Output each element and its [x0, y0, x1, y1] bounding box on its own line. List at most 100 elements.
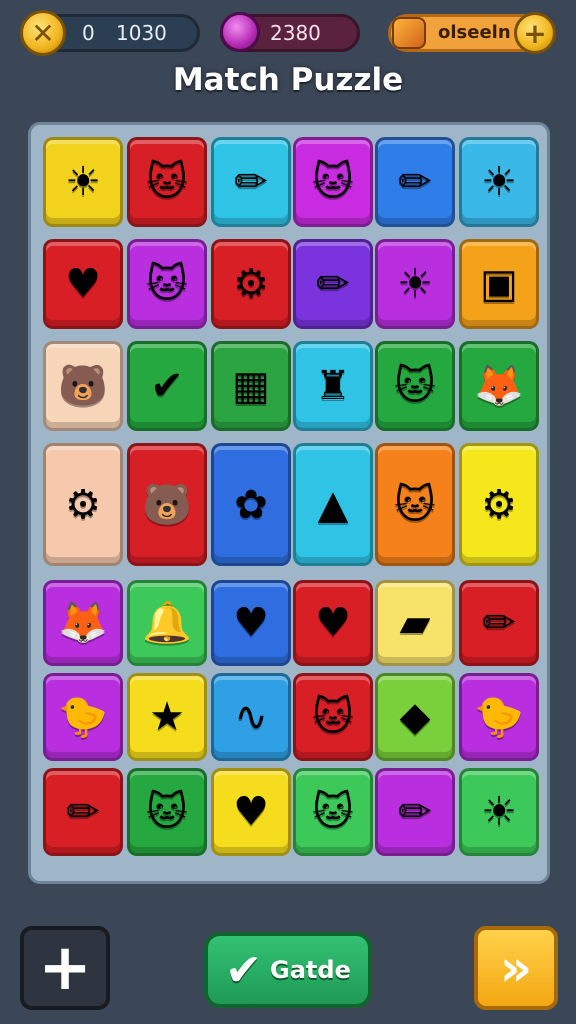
tile-blocks[interactable]: ▣: [459, 239, 539, 329]
sun-face-icon: ☀: [481, 159, 517, 205]
pencil-icon: ✏: [398, 159, 432, 205]
tile-check[interactable]: ✔: [127, 341, 207, 431]
confirm-button-label: Gatde: [270, 956, 351, 984]
tile-sun[interactable]: ☀: [375, 239, 455, 329]
tile-pencil[interactable]: ✏: [375, 137, 455, 227]
tile-chick[interactable]: 🐤: [43, 673, 123, 761]
gadget-icon: ⚙: [233, 261, 269, 307]
tile-cat[interactable]: 🐱: [127, 768, 207, 856]
bonus-label: olseeln: [438, 22, 511, 43]
double-chevron-right-icon: »: [499, 939, 533, 997]
tile-gear-face[interactable]: ⚙: [43, 443, 123, 566]
tile-fox[interactable]: 🦊: [43, 580, 123, 666]
bear-icon: 🐻: [58, 363, 108, 409]
tile-pencil[interactable]: ✏: [459, 580, 539, 666]
tile-gadget[interactable]: ⚙: [211, 239, 291, 329]
heart-icon: ♥: [65, 261, 101, 307]
tile-heart[interactable]: ♥: [43, 239, 123, 329]
pencil-icon: ✏: [66, 789, 100, 835]
tile-chick[interactable]: 🐤: [459, 673, 539, 761]
tile-pencil[interactable]: ✏: [43, 768, 123, 856]
tile-pencil[interactable]: ✏: [293, 239, 373, 329]
chick-icon: 🐤: [58, 694, 108, 740]
confirm-button[interactable]: ✔ Gatde: [204, 932, 372, 1008]
check-icon: ✔: [150, 363, 184, 409]
star-icon: ★: [149, 694, 185, 740]
tile-picture-heart[interactable]: ♥: [211, 580, 291, 666]
page-title: Match Puzzle: [172, 62, 404, 98]
tile-cat[interactable]: 🐱: [127, 239, 207, 329]
fox-icon: 🦊: [58, 600, 108, 646]
tile-cat[interactable]: 🐱: [375, 443, 455, 566]
tile-cat[interactable]: 🐱: [293, 768, 373, 856]
tile-sun-face[interactable]: ☀: [459, 137, 539, 227]
bell-icon: 🔔: [142, 600, 192, 646]
cat-icon: 🐱: [312, 694, 354, 740]
gadget-icon: ⚙: [481, 481, 517, 528]
tile-gadget[interactable]: ⚙: [459, 443, 539, 566]
heart-icon: ♥: [315, 600, 351, 646]
tile-sun[interactable]: ☀: [43, 137, 123, 227]
tile-heart[interactable]: ♥: [211, 768, 291, 856]
frame-icon: ▦: [232, 363, 270, 409]
tile-cat[interactable]: 🐱: [127, 137, 207, 227]
lantern-icon: ♜: [315, 363, 351, 409]
tile-lantern[interactable]: ♜: [293, 341, 373, 431]
tile-crossed-pencils[interactable]: ✏: [211, 137, 291, 227]
fox-icon: 🦊: [474, 363, 524, 409]
tile-star[interactable]: ★: [127, 673, 207, 761]
game-board: ☀ 🐱 ✏ 🐱 ✏ ☀ ♥ 🐱 ⚙ ✏ ☀ ▣ 🐻 ✔ ▦ ♜ 🐱 🦊 ⚙ 🐻 ✿ ▲ 🐱 ⚙ 🦊 🔔 ♥ ♥ ▰ ✏ 🐤 ★ ∿ 🐱 ◆ 🐤 ✏ 🐱 ♥ 🐱…: [28, 122, 550, 884]
heart-icon: ♥: [233, 789, 269, 835]
tile-cat[interactable]: 🐱: [293, 137, 373, 227]
gems-value: 2380: [270, 21, 321, 45]
gem-icon: [220, 12, 260, 52]
cat-icon: 🐱: [146, 261, 188, 307]
pencil-icon: ✏: [316, 261, 350, 307]
pencil-icon: ✏: [482, 600, 516, 646]
cat-icon: 🐱: [312, 789, 354, 835]
tile-fox[interactable]: 🦊: [459, 341, 539, 431]
crossed-pencils-icon: ✏: [234, 159, 268, 205]
plus-icon: +: [38, 931, 92, 1005]
next-button[interactable]: »: [474, 926, 558, 1010]
gem-icon: ◆: [399, 694, 431, 740]
cat-icon: 🐱: [312, 159, 354, 205]
tile-eraser[interactable]: ▰: [375, 580, 455, 666]
coins-value-b: 1030: [116, 21, 167, 45]
plus-icon[interactable]: +: [514, 12, 556, 54]
tile-bell[interactable]: 🔔: [127, 580, 207, 666]
hat-icon: ▲: [317, 481, 349, 528]
cat-icon: 🐱: [146, 789, 188, 835]
blocks-icon: ▣: [480, 261, 518, 307]
tile-bear[interactable]: 🐻: [127, 443, 207, 566]
add-button[interactable]: +: [20, 926, 110, 1010]
pencil-icon: ✏: [398, 789, 432, 835]
flower-icon: ✿: [234, 481, 268, 528]
cat-icon: 🐱: [146, 159, 188, 205]
tile-gem[interactable]: ◆: [375, 673, 455, 761]
sun-icon: ☀: [397, 261, 433, 307]
worm-icon: ∿: [234, 694, 268, 740]
gear-face-icon: ⚙: [65, 481, 101, 528]
picture-heart-icon: ♥: [233, 600, 269, 646]
sun-icon: ☀: [65, 159, 101, 205]
eraser-icon: ▰: [399, 600, 431, 646]
tile-frame[interactable]: ▦: [211, 341, 291, 431]
coins-value-a: 0: [82, 21, 95, 45]
tile-sun[interactable]: ☀: [459, 768, 539, 856]
tile-hat[interactable]: ▲: [293, 443, 373, 566]
tile-flower[interactable]: ✿: [211, 443, 291, 566]
tile-heart[interactable]: ♥: [293, 580, 373, 666]
bear-icon: 🐻: [142, 481, 192, 528]
tile-worm[interactable]: ∿: [211, 673, 291, 761]
coin-x-icon[interactable]: ✕: [20, 10, 66, 56]
tile-bear[interactable]: 🐻: [43, 341, 123, 431]
tile-cat[interactable]: 🐱: [293, 673, 373, 761]
checkmark-icon: ✔: [225, 944, 263, 996]
tile-pencil[interactable]: ✏: [375, 768, 455, 856]
ghost-cat-icon: 🐱: [394, 363, 436, 409]
tile-ghost-cat[interactable]: 🐱: [375, 341, 455, 431]
chick-icon: 🐤: [474, 694, 524, 740]
sun-icon: ☀: [481, 789, 517, 835]
horn-icon: [392, 17, 426, 49]
